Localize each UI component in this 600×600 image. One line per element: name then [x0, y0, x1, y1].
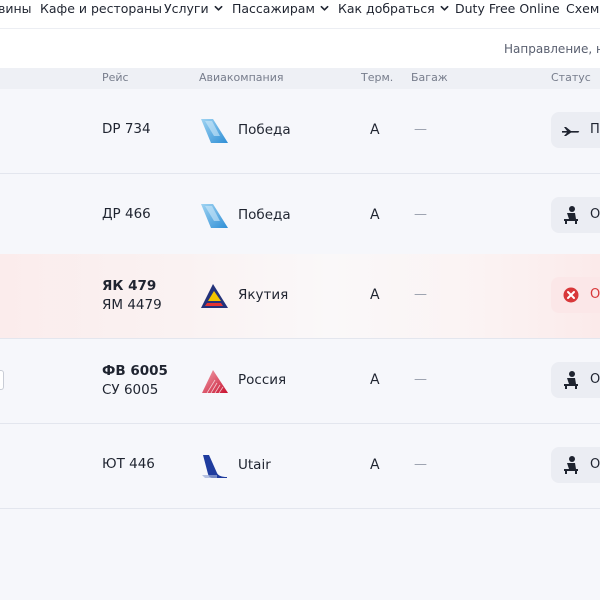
- flight-number-codeshare: ЯМ 4479: [102, 297, 162, 313]
- baggage: —: [414, 122, 427, 137]
- flight-number-codeshare: СУ 6005: [102, 382, 159, 398]
- chevron-down-icon: [214, 5, 223, 11]
- nav-item-label: Duty Free Online: [455, 1, 560, 16]
- header-flight: Рейс: [102, 71, 129, 84]
- table-row[interactable]: ДР 466 Победа A — О: [0, 174, 600, 259]
- direction-filter[interactable]: Направление, но: [504, 42, 600, 56]
- header-airline: Авиакомпания: [199, 71, 284, 84]
- nav-item-label: Кафе и рестораны: [40, 1, 163, 16]
- flight-number-primary: ЮТ 446: [102, 456, 155, 472]
- flight-number-primary: ФВ 6005: [102, 363, 168, 379]
- baggage: —: [414, 372, 427, 387]
- pobeda-logo-icon: [201, 119, 228, 143]
- header-baggage: Багаж: [411, 71, 448, 84]
- baggage: —: [414, 207, 427, 222]
- nav-item-duty-free[interactable]: Duty Free Online: [455, 1, 560, 16]
- nav-item-map[interactable]: Схема: [566, 1, 600, 16]
- status-badge[interactable]: П: [551, 112, 600, 148]
- status-badge[interactable]: О: [551, 362, 600, 398]
- terminal: A: [370, 372, 380, 388]
- flight-number: ДР 466: [102, 205, 151, 224]
- nav-item-passengers[interactable]: Пассажирам: [232, 1, 329, 16]
- nav-item-truncated[interactable]: вины: [0, 1, 32, 16]
- status-text: О: [590, 207, 600, 222]
- nav-item-cafes[interactable]: Кафе и рестораны: [40, 1, 162, 16]
- status-text: П: [590, 122, 600, 137]
- flight-number: ФВ 6005 СУ 6005: [102, 362, 168, 400]
- yakutia-logo-icon: [201, 284, 228, 308]
- terminal: A: [370, 122, 380, 138]
- nav-item-services[interactable]: Услуги: [164, 1, 223, 16]
- nav-item-label: Как добраться: [338, 1, 435, 16]
- table-row[interactable]: ЯК 479 ЯМ 4479 Якутия A — О: [0, 254, 600, 339]
- table-header: Рейс Авиакомпания Терм. Багаж Статус: [0, 68, 600, 89]
- airline-name: Победа: [238, 122, 291, 138]
- baggage: —: [414, 287, 427, 302]
- nav-item-label: Схема: [566, 1, 600, 16]
- terminal: A: [370, 287, 380, 303]
- status-badge[interactable]: О: [551, 447, 600, 483]
- waiting-passenger-icon: [564, 456, 578, 474]
- flight-number-primary: DP 734: [102, 121, 151, 137]
- status-badge[interactable]: О: [551, 197, 600, 233]
- nav-item-label: Пассажирам: [232, 1, 315, 16]
- airline-name: Победа: [238, 207, 291, 223]
- table-row[interactable]: DP 734 Победа A — П: [0, 89, 600, 174]
- terminal: A: [370, 207, 380, 223]
- chevron-down-icon: [440, 5, 449, 11]
- status-badge[interactable]: О: [551, 277, 600, 313]
- airplane-icon: [562, 127, 580, 136]
- rossiya-logo-icon: [202, 370, 228, 394]
- baggage: —: [414, 457, 427, 472]
- waiting-passenger-icon: [564, 371, 578, 389]
- flight-number-primary: ДР 466: [102, 206, 151, 222]
- header-status: Статус: [551, 71, 591, 84]
- nav-item-label: Услуги: [164, 1, 209, 16]
- flight-number: ЯК 479 ЯМ 4479: [102, 277, 162, 315]
- table-footer-area: [0, 509, 600, 600]
- chevron-down-icon: [320, 5, 329, 11]
- terminal: A: [370, 457, 380, 473]
- row-checkbox[interactable]: [0, 370, 4, 390]
- utair-logo-icon: [202, 455, 227, 478]
- status-text: О: [590, 287, 600, 302]
- nav-item-label: вины: [0, 1, 32, 16]
- airline-name: Якутия: [238, 287, 289, 303]
- pobeda-logo-icon: [201, 204, 228, 228]
- header-terminal: Терм.: [361, 71, 394, 84]
- nav-item-how-to-get[interactable]: Как добраться: [338, 1, 449, 16]
- flight-number-primary: ЯК 479: [102, 278, 157, 294]
- airline-name: Россия: [238, 372, 287, 388]
- waiting-passenger-icon: [564, 206, 578, 224]
- cancel-x-icon: [563, 287, 579, 303]
- filter-bar: Направление, но: [0, 28, 600, 68]
- table-row[interactable]: ЮТ 446 Utair A — О: [0, 424, 600, 509]
- airline-name: Utair: [238, 457, 271, 473]
- table-row[interactable]: ФВ 6005 СУ 6005 Россия A — О: [0, 339, 600, 424]
- flight-number: ЮТ 446: [102, 455, 155, 474]
- status-text: О: [590, 372, 600, 387]
- flight-number: DP 734: [102, 120, 151, 139]
- top-navigation: вины Кафе и рестораны Услуги Пассажирам …: [0, 0, 600, 27]
- status-text: О: [590, 457, 600, 472]
